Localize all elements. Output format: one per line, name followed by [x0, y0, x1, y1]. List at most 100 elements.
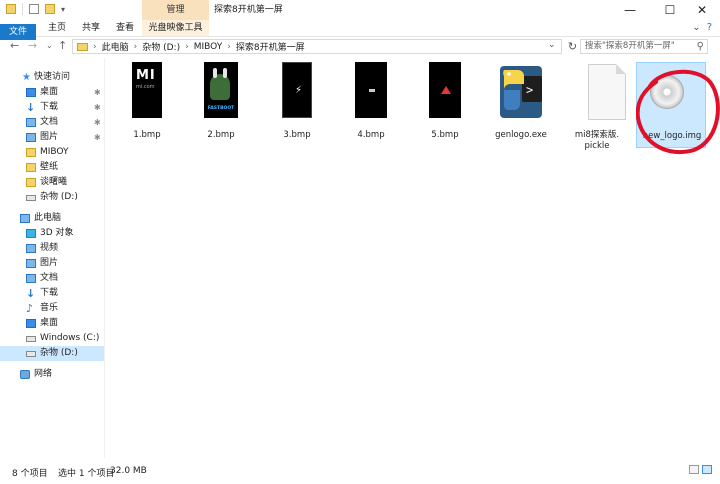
help-icon[interactable]: ?: [707, 22, 712, 33]
nav-item-music[interactable]: ♪ 音乐: [0, 301, 104, 316]
nav-item-drive-d-quick[interactable]: 杂物 (D:): [0, 190, 104, 205]
drive-icon: [26, 351, 36, 357]
nav-item-downloads[interactable]: ↓ 下载 ✱: [0, 100, 104, 115]
large-icons-view-icon[interactable]: [702, 465, 712, 474]
svg-text:>: >: [526, 83, 533, 97]
desktop-icon: [26, 88, 36, 97]
tab-share[interactable]: 共享: [76, 20, 106, 36]
nav-label: 桌面: [40, 318, 59, 328]
chevron-right-icon[interactable]: ›: [93, 42, 97, 52]
new-folder-icon[interactable]: [45, 4, 55, 14]
download-icon: ↓: [26, 287, 36, 300]
close-button[interactable]: ✕: [684, 0, 720, 20]
nav-item-drive-d[interactable]: 杂物 (D:): [0, 346, 104, 361]
qat-dropdown-icon[interactable]: ▾: [61, 5, 65, 14]
chevron-right-icon[interactable]: ›: [227, 42, 231, 52]
nav-item-drive-c[interactable]: Windows (C:): [0, 331, 104, 346]
nav-item-3d-objects[interactable]: 3D 对象: [0, 226, 104, 241]
nav-label: 谈曙曦: [40, 177, 68, 187]
video-icon: [26, 244, 36, 253]
computer-icon: [20, 214, 30, 223]
divider: [22, 3, 23, 15]
nav-item-pictures[interactable]: 图片 ✱: [0, 130, 104, 145]
maximize-button[interactable]: ☐: [652, 0, 688, 20]
address-box[interactable]: › 此电脑 › 杂物 (D:) › MIBOY › 探索8开机第一屏: [72, 39, 562, 54]
pin-icon[interactable]: ✱: [94, 100, 101, 115]
search-input[interactable]: 搜索"探索8开机第一屏" ⚲: [580, 39, 708, 54]
nav-item-wallpaper[interactable]: 壁纸: [0, 160, 104, 175]
minimize-button[interactable]: —: [612, 0, 648, 20]
up-arrow-icon[interactable]: ↑: [58, 39, 67, 52]
file-item[interactable]: 4.bmp: [336, 62, 406, 146]
refresh-icon[interactable]: ↻: [565, 39, 580, 54]
search-icon[interactable]: ⚲: [697, 40, 704, 53]
chevron-down-icon[interactable]: ⌄: [692, 22, 700, 33]
fastboot-bunny-icon: [210, 68, 230, 100]
pin-icon[interactable]: ✱: [94, 115, 101, 130]
nav-label: 音乐: [40, 303, 59, 313]
python-exe-icon: >: [496, 62, 546, 122]
nav-label: 杂物 (D:): [40, 192, 78, 202]
nav-label: 图片: [40, 258, 59, 268]
bmp-thumbnail: FASTBOOT: [204, 62, 238, 118]
file-item[interactable]: 5.bmp: [410, 62, 480, 146]
nav-item-downloads-pc[interactable]: ↓ 下载: [0, 286, 104, 301]
documents-icon: [26, 274, 36, 283]
file-item[interactable]: MI mi.com 1.bmp: [112, 62, 182, 146]
nav-label: 下载: [40, 288, 59, 298]
file-item[interactable]: FASTBOOT 2.bmp: [186, 62, 256, 146]
folder-icon: [6, 4, 16, 14]
recent-dropdown-icon[interactable]: ⌄: [46, 41, 53, 50]
nav-item-miboy[interactable]: MIBOY: [0, 145, 104, 160]
nav-item-folder[interactable]: 谈曙曦: [0, 175, 104, 190]
breadcrumb-miboy[interactable]: MIBOY: [194, 42, 223, 52]
bmp-thumbnail: ⚡: [282, 62, 312, 118]
nav-quick-access[interactable]: ★ 快速访问: [0, 70, 104, 85]
file-name: genlogo.exe: [495, 130, 547, 140]
address-dropdown-icon[interactable]: ⌄: [548, 40, 556, 50]
nav-item-documents[interactable]: 文档 ✱: [0, 115, 104, 130]
pin-icon[interactable]: ✱: [94, 85, 101, 100]
chevron-right-icon[interactable]: ›: [134, 42, 138, 52]
selected-size: 32.0 MB: [110, 466, 147, 476]
pin-icon[interactable]: ✱: [94, 130, 101, 145]
mi-logo-subtext: mi.com: [136, 84, 155, 90]
nav-label: Windows (C:): [40, 333, 100, 343]
breadcrumb-this-pc[interactable]: 此电脑: [102, 40, 129, 53]
context-tab-manage[interactable]: 管理: [142, 0, 209, 20]
nav-label: 此电脑: [34, 213, 62, 223]
tab-disc-image-tools[interactable]: 光盘映像工具: [142, 20, 209, 36]
ear-shape: [223, 68, 227, 78]
details-view-icon[interactable]: [689, 465, 699, 474]
file-item[interactable]: ⚡ 3.bmp: [262, 62, 332, 146]
file-item[interactable]: mi8探索版. pickle: [562, 62, 632, 151]
chevron-right-icon[interactable]: ›: [185, 42, 189, 52]
file-name: mi8探索版. pickle: [562, 130, 632, 152]
tab-view[interactable]: 查看: [110, 20, 140, 36]
bmp-thumbnail: [429, 62, 461, 118]
file-item[interactable]: > genlogo.exe: [486, 62, 556, 146]
nav-network[interactable]: 网络: [0, 367, 104, 382]
selected-count: 选中 1 个项目: [58, 469, 115, 479]
folder-icon: [26, 148, 36, 157]
breadcrumb-current[interactable]: 探索8开机第一屏: [236, 40, 305, 53]
tab-home[interactable]: 主页: [42, 20, 72, 36]
nav-item-documents-pc[interactable]: 文档: [0, 271, 104, 286]
nav-item-videos[interactable]: 视频: [0, 241, 104, 256]
nav-item-desktop[interactable]: 桌面 ✱: [0, 85, 104, 100]
breadcrumb-drive-d[interactable]: 杂物 (D:): [142, 40, 180, 53]
properties-icon[interactable]: [29, 4, 39, 14]
file-name-line2: pickle: [584, 141, 610, 151]
nav-label: 壁纸: [40, 162, 59, 172]
ribbon-controls: ⌄ ?: [692, 22, 712, 33]
file-name: 5.bmp: [431, 130, 459, 140]
back-arrow-icon[interactable]: ←: [10, 39, 19, 52]
nav-this-pc[interactable]: 此电脑: [0, 211, 104, 226]
nav-item-pictures-pc[interactable]: 图片: [0, 256, 104, 271]
nav-label: 图片: [40, 132, 59, 142]
python-logo-icon: >: [500, 66, 542, 118]
bmp-thumbnail: MI mi.com: [132, 62, 162, 118]
nav-item-desktop-pc[interactable]: 桌面: [0, 316, 104, 331]
forward-arrow-icon[interactable]: →: [28, 39, 37, 52]
folder-icon: [26, 178, 36, 187]
